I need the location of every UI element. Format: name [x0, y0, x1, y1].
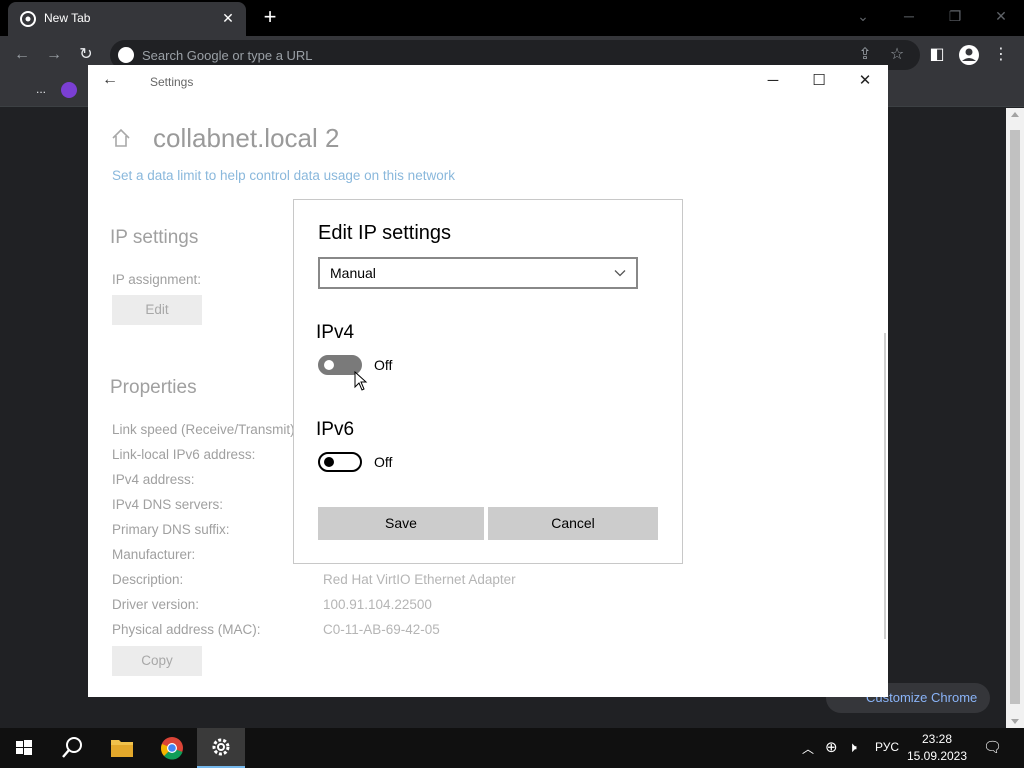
bookmarks-overflow[interactable]: ... [36, 82, 46, 96]
chrome-tab-strip: New Tab ✕ + ⌄ ─ ❐ ✕ [0, 0, 1024, 36]
clock-date: 15.09.2023 [906, 749, 968, 763]
ipv4-toggle-state: Off [374, 357, 393, 373]
ipv6-toggle-knob [324, 457, 334, 467]
mouse-pointer-icon [354, 371, 368, 391]
property-value: C0-11-AB-69-42-05 [323, 622, 440, 637]
ipv6-toggle[interactable] [318, 452, 362, 472]
bookmark-favicon-icon[interactable] [61, 82, 77, 98]
tray-overflow-chevron-icon[interactable]: ︿ [802, 740, 814, 757]
taskbar-chrome[interactable] [148, 728, 196, 768]
search-icon [62, 737, 82, 758]
property-label: Driver version: [112, 597, 200, 612]
cancel-button[interactable]: Cancel [488, 507, 658, 540]
tab-new-tab[interactable]: New Tab ✕ [8, 2, 246, 36]
property-value: 100.91.104.22500 [323, 597, 432, 612]
scroll-up-arrow-icon[interactable] [1011, 112, 1019, 117]
ipv6-toggle-state: Off [374, 454, 393, 470]
ipv6-heading: IPv6 [316, 419, 355, 440]
property-label: Primary DNS suffix: [112, 522, 230, 537]
forward-arrow-icon[interactable]: → [43, 44, 65, 66]
google-g-icon [118, 47, 134, 63]
ip-assignment-label: IP assignment: [112, 272, 202, 287]
edit-ip-settings-dialog: Edit IP settings Manual IPv4 Off IPv6 Of… [293, 199, 683, 564]
browser-restore-icon[interactable]: ❐ [940, 4, 970, 28]
settings-maximize-icon[interactable]: ☐ [804, 69, 834, 93]
taskbar-search-button[interactable] [48, 728, 96, 768]
chrome-menu-icon[interactable]: ⋮ [990, 44, 1012, 66]
save-button[interactable]: Save [318, 507, 484, 540]
browser-close-icon[interactable]: ✕ [986, 4, 1016, 28]
network-name-heading: collabnet.local 2 [153, 123, 340, 153]
page-scrollbar[interactable] [1006, 108, 1024, 728]
windows-taskbar: ︿ ⊕ 🕨 РУС 23:28 15.09.2023 🗨 [0, 728, 1024, 768]
bookmark-star-icon[interactable]: ☆ [886, 44, 908, 66]
folder-icon [111, 740, 133, 757]
tab-close-icon[interactable]: ✕ [220, 10, 236, 26]
home-icon [112, 128, 130, 147]
copy-button[interactable]: Copy [112, 646, 202, 676]
taskbar-clock[interactable]: 23:28 15.09.2023 [900, 731, 974, 765]
windows-logo-icon [16, 740, 32, 755]
property-value: Red Hat VirtIO Ethernet Adapter [323, 572, 516, 587]
settings-titlebar: ← Settings ─ ☐ ✕ [88, 65, 888, 97]
notifications-icon[interactable]: 🗨 [983, 738, 1002, 756]
ipv4-toggle-knob [324, 360, 334, 370]
input-language-indicator[interactable]: РУС [875, 740, 899, 754]
taskbar-settings[interactable] [197, 728, 245, 768]
data-limit-link[interactable]: Set a data limit to help control data us… [112, 168, 455, 183]
side-panel-icon[interactable]: ◧ [926, 44, 948, 66]
property-label: Link-local IPv6 address: [112, 447, 256, 462]
address-bar-placeholder: Search Google or type a URL [142, 48, 313, 63]
property-label: Link speed (Receive/Transmit): [112, 422, 299, 437]
property-label: IPv4 address: [112, 472, 195, 487]
settings-close-icon[interactable]: ✕ [850, 69, 880, 93]
scroll-down-arrow-icon[interactable] [1011, 719, 1019, 724]
reload-icon[interactable]: ↻ [75, 44, 97, 66]
taskbar-file-explorer[interactable] [98, 728, 146, 768]
tab-title: New Tab [44, 11, 91, 25]
properties-heading: Properties [110, 377, 197, 398]
clock-time: 23:28 [921, 732, 953, 746]
settings-minimize-icon[interactable]: ─ [758, 69, 788, 93]
chevron-down-icon [614, 270, 626, 277]
dialog-title: Edit IP settings [318, 222, 452, 244]
scrollbar-thumb[interactable] [1010, 130, 1020, 704]
chrome-favicon-icon [20, 11, 36, 27]
profile-avatar-icon[interactable] [958, 44, 980, 66]
ip-settings-heading: IP settings [110, 227, 199, 248]
back-arrow-icon[interactable]: ← [11, 44, 33, 66]
property-label: IPv4 DNS servers: [112, 497, 224, 512]
settings-scrollbar[interactable] [884, 333, 886, 639]
volume-muted-icon[interactable]: 🕨 [848, 739, 857, 756]
property-label: Manufacturer: [112, 547, 196, 562]
start-button[interactable] [0, 728, 48, 768]
settings-back-arrow-icon[interactable]: ← [102, 71, 118, 89]
gear-icon [212, 738, 230, 756]
chrome-icon [161, 737, 183, 760]
new-tab-plus-icon[interactable]: + [259, 6, 281, 28]
ip-mode-dropdown[interactable]: Manual [318, 257, 638, 289]
tab-search-chevron-icon[interactable]: ⌄ [848, 4, 878, 28]
property-label: Physical address (MAC): [112, 622, 261, 637]
settings-title: Settings [150, 75, 194, 89]
network-globe-icon[interactable]: ⊕ [825, 738, 838, 756]
ipv4-heading: IPv4 [316, 322, 355, 343]
property-label: Description: [112, 572, 184, 587]
share-icon[interactable]: ⇪ [854, 44, 876, 66]
ip-mode-selected: Manual [330, 265, 376, 281]
browser-minimize-icon[interactable]: ─ [894, 4, 924, 28]
edit-ip-button[interactable]: Edit [112, 295, 202, 325]
